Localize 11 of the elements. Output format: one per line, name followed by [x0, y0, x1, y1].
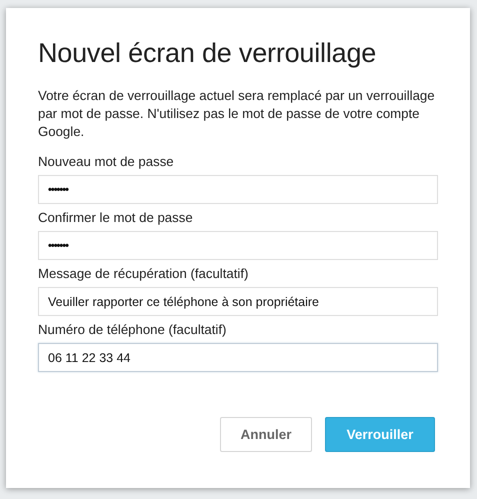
password-field[interactable]: ••••••• [38, 175, 438, 204]
field-label: Numéro de téléphone (facultatif) [38, 322, 228, 338]
input-field[interactable]: 06 11 22 33 44 [38, 343, 438, 372]
field-label: Nouveau mot de passe [38, 154, 175, 170]
input-field[interactable]: Veuiller rapporter ce téléphone à son propriétaire [38, 287, 438, 316]
field-label: Message de récupération (facultatif) [38, 266, 250, 282]
description-text: Votre écran de verrouillage actuel sera remplacé par un verrouillage par mot de passe. N'utilisez pas le mot de passe de votre compte Google. [38, 87, 436, 141]
password-field[interactable]: ••••••• [38, 231, 438, 260]
dialog-title: Nouvel écran de verrouillage [38, 38, 378, 69]
cancel-button[interactable]: Annuler [220, 417, 312, 452]
field-label: Confirmer le mot de passe [38, 210, 194, 226]
